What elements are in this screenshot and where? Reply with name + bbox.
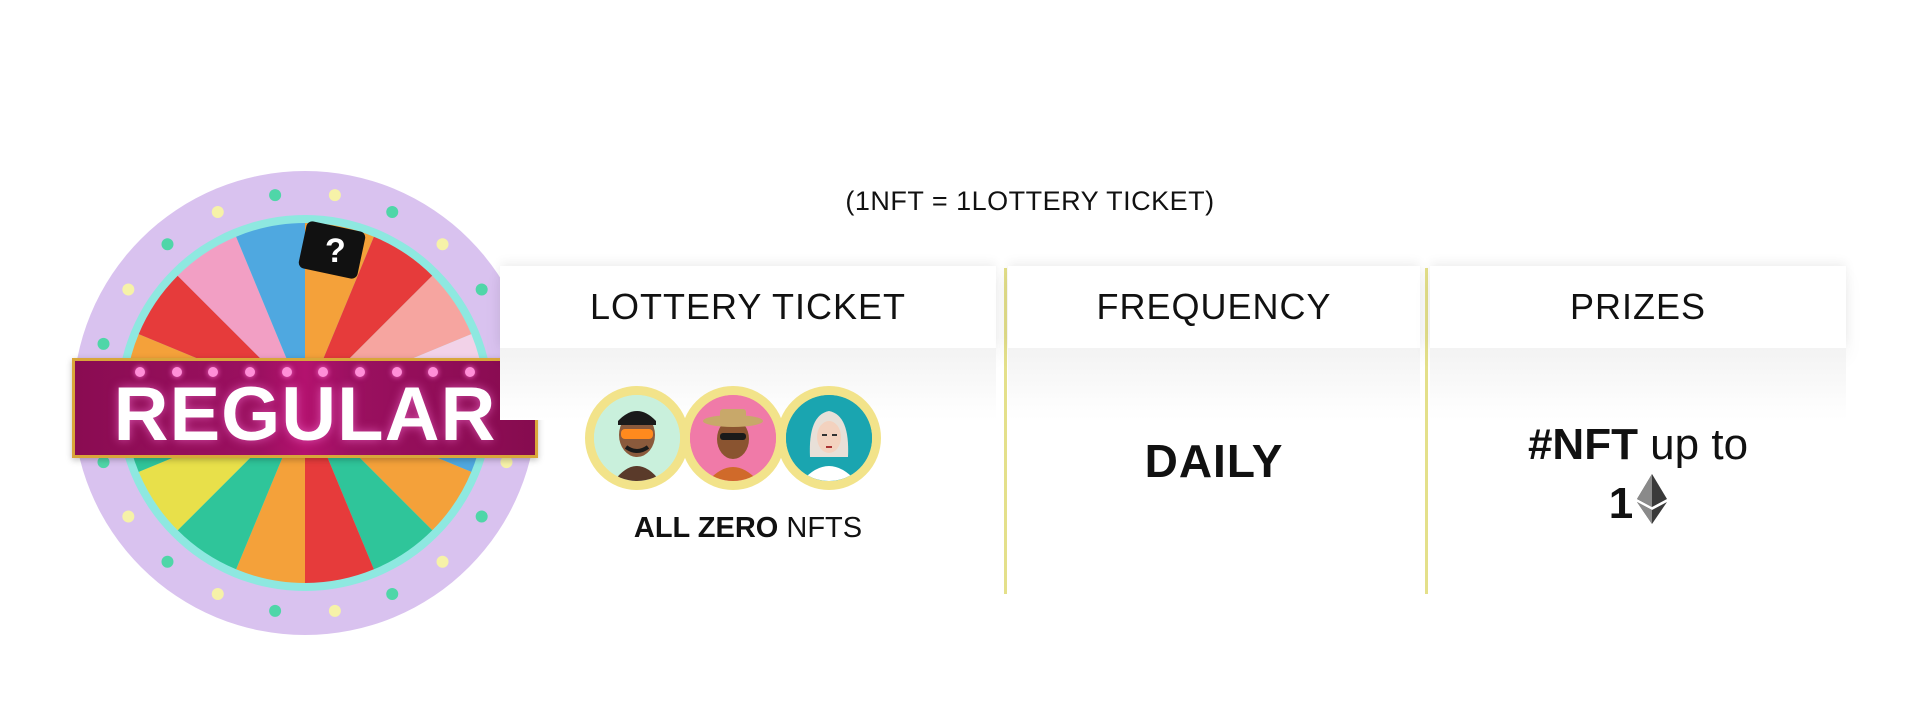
wheel-bulb <box>328 189 341 202</box>
wheel-bulb <box>386 205 399 218</box>
lottery-note: (1NFT = 1LOTTERY TICKET) <box>845 186 1215 216</box>
wheel-bulb <box>211 588 224 601</box>
mystery-icon: ? <box>325 232 346 270</box>
avatar-hat-icon <box>681 386 785 490</box>
lottery-ticket-column: LOTTERY TICKET ALL ZERO NFTS <box>500 266 996 592</box>
prizes-header: PRIZES <box>1430 266 1846 348</box>
prize-description: #NFT up to 1 <box>1430 416 1846 539</box>
wheel-bulb <box>436 555 449 568</box>
wheel-bulb <box>475 510 488 523</box>
banner-lights <box>135 367 475 377</box>
regular-banner: REGULAR <box>72 358 538 458</box>
frequency-value: DAILY <box>1144 435 1284 487</box>
column-divider <box>1004 268 1007 594</box>
prize-nft-label: #NFT <box>1527 420 1638 469</box>
column-divider <box>1425 268 1428 594</box>
wheel-bulb <box>269 604 282 617</box>
wheel-bulb <box>161 555 174 568</box>
wheel-bulb <box>269 189 282 202</box>
wheel-bulb <box>386 588 399 601</box>
wheel-bulb <box>97 337 110 350</box>
nft-avatars <box>585 386 881 490</box>
wheel-bulb <box>475 283 488 296</box>
ticket-description-normal: NFTS <box>778 512 863 544</box>
frequency-header: FREQUENCY <box>1008 266 1420 348</box>
prizes-column: PRIZES #NFT up to 1 <box>1430 266 1846 592</box>
wheel-bulb <box>211 205 224 218</box>
ticket-description-strong: ALL ZERO <box>633 512 779 544</box>
prize-amount: 1 <box>1608 479 1634 529</box>
wheel-bulb <box>436 238 449 251</box>
wheel-bulb <box>328 604 341 617</box>
avatar-sunglasses-icon <box>585 386 689 490</box>
banner-title: REGULAR <box>113 371 497 457</box>
ethereum-icon <box>1637 474 1668 539</box>
wheel-bulb <box>122 510 135 523</box>
prize-up-to-label: up to <box>1637 420 1749 469</box>
lottery-ticket-header: LOTTERY TICKET <box>500 266 996 348</box>
wheel-bulb <box>161 238 174 251</box>
avatar-hooded-icon <box>777 386 881 490</box>
wheel-bulb <box>122 283 135 296</box>
ticket-description: ALL ZERO NFTS <box>500 512 996 545</box>
frequency-column: FREQUENCY DAILY <box>1008 266 1420 592</box>
